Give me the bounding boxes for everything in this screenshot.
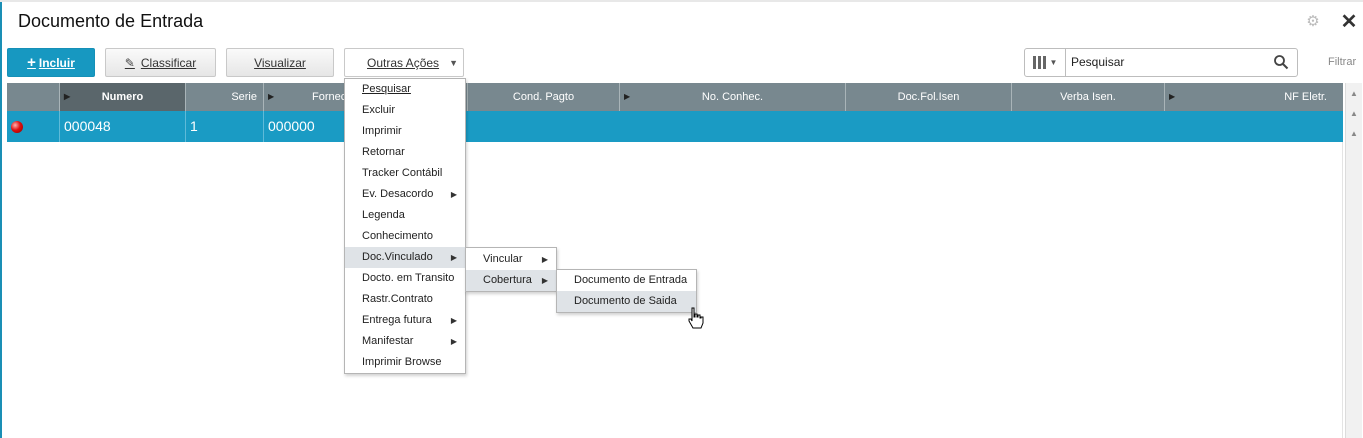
outras-acoes-label: Outras Ações bbox=[367, 55, 440, 70]
scroll-up-icon[interactable]: ▲ bbox=[1348, 127, 1360, 141]
visualizar-button[interactable]: Visualizar bbox=[226, 48, 334, 77]
search-input[interactable] bbox=[1071, 55, 1261, 69]
menu-item-imprimir[interactable]: Imprimir bbox=[345, 121, 465, 142]
chevron-right-icon: ▶ bbox=[268, 92, 275, 101]
close-icon[interactable]: ✕ bbox=[1340, 12, 1358, 32]
classificar-label: Classificar bbox=[140, 55, 197, 70]
gear-icon[interactable]: ⚙ bbox=[1305, 14, 1321, 30]
header-serie[interactable]: Serie bbox=[186, 83, 264, 111]
filtrar-link[interactable]: Filtrar bbox=[1328, 56, 1356, 68]
chevron-right-icon: ▶ bbox=[450, 253, 457, 262]
scroll-page-up-icon[interactable]: ▲ bbox=[1348, 107, 1360, 121]
chevron-right-icon: ▶ bbox=[450, 337, 457, 346]
pencil-icon: ✎ bbox=[124, 55, 135, 70]
submenu-item-vincular[interactable]: Vincular ▶ bbox=[466, 249, 556, 270]
header-legend bbox=[7, 83, 60, 111]
menu-item-rastr-contrato[interactable]: Rastr.Contrato bbox=[345, 289, 465, 310]
chevron-right-icon: ▶ bbox=[541, 255, 548, 264]
cell-serie: 1 bbox=[186, 111, 264, 142]
menu-item-retornar[interactable]: Retornar bbox=[345, 142, 465, 163]
header-doc-fol-isen[interactable]: Doc.Fol.Isen bbox=[846, 83, 1012, 111]
caret-down-icon: ▼ bbox=[449, 58, 458, 68]
scroll-top-icon[interactable]: ▲ bbox=[1348, 87, 1360, 101]
columns-button[interactable]: ▼ bbox=[1025, 49, 1066, 76]
menu-item-conhecimento[interactable]: Conhecimento bbox=[345, 226, 465, 247]
chevron-right-icon: ▶ bbox=[1169, 92, 1176, 101]
legend-cell bbox=[7, 111, 60, 142]
menu-item-pesquisar[interactable]: Pesquisar bbox=[345, 79, 465, 100]
cobertura-submenu: Documento de Entrada Documento de Saida bbox=[556, 269, 697, 313]
caret-down-icon: ▼ bbox=[1049, 58, 1058, 67]
header-cond-pagto[interactable]: Cond. Pagto bbox=[468, 83, 620, 111]
hand-cursor-icon bbox=[688, 307, 704, 329]
table-row[interactable]: 000048 1 000000 bbox=[7, 111, 1343, 142]
incluir-label: Incluir bbox=[38, 55, 75, 70]
submenu-item-cobertura[interactable]: Cobertura ▶ bbox=[466, 270, 556, 291]
menu-item-excluir[interactable]: Excluir bbox=[345, 100, 465, 121]
page-title: Documento de Entrada bbox=[18, 11, 204, 31]
chevron-right-icon: ▶ bbox=[450, 190, 457, 199]
menu-item-doc-vinculado[interactable]: Doc.Vinculado ▶ bbox=[345, 247, 465, 268]
doc-vinculado-submenu: Vincular ▶ Cobertura ▶ bbox=[465, 247, 557, 292]
grid-scrollbar[interactable]: ▲ ▲ ▲ bbox=[1345, 83, 1362, 438]
submenu-item-documento-de-entrada[interactable]: Documento de Entrada bbox=[557, 270, 696, 291]
search-icon[interactable] bbox=[1273, 54, 1289, 70]
cell-numero: 000048 bbox=[60, 111, 186, 142]
columns-icon bbox=[1032, 56, 1046, 69]
chevron-right-icon: ▶ bbox=[450, 316, 457, 325]
chevron-right-icon: ▶ bbox=[541, 276, 548, 285]
menu-item-imprimir-browse[interactable]: Imprimir Browse bbox=[345, 352, 465, 373]
header-no-conhec[interactable]: ▶ No. Conhec. bbox=[620, 83, 846, 111]
classificar-button[interactable]: ✎ Classificar bbox=[105, 48, 216, 77]
header-numero[interactable]: ▶ Numero bbox=[60, 83, 186, 111]
header-nf-eletr[interactable]: ▶ NF Eletr. bbox=[1165, 83, 1343, 111]
chevron-right-icon: ▶ bbox=[64, 92, 71, 101]
incluir-button[interactable]: + Incluir bbox=[7, 48, 95, 77]
menu-item-docto-em-transito[interactable]: Docto. em Transito bbox=[345, 268, 465, 289]
search-box: ▼ bbox=[1024, 48, 1298, 77]
window-top-border bbox=[0, 0, 1363, 2]
menu-item-ev-desacordo[interactable]: Ev. Desacordo ▶ bbox=[345, 184, 465, 205]
visualizar-label: Visualizar bbox=[254, 55, 306, 70]
submenu-item-documento-de-saida[interactable]: Documento de Saida bbox=[557, 291, 696, 312]
window-left-border bbox=[0, 0, 2, 438]
chevron-right-icon: ▶ bbox=[624, 92, 631, 101]
header-verba-isen[interactable]: Verba Isen. bbox=[1012, 83, 1165, 111]
menu-item-tracker-contabil[interactable]: Tracker Contábil bbox=[345, 163, 465, 184]
menu-item-entrega-futura[interactable]: Entrega futura ▶ bbox=[345, 310, 465, 331]
menu-item-manifestar[interactable]: Manifestar ▶ bbox=[345, 331, 465, 352]
outras-acoes-button[interactable]: Outras Ações ▼ bbox=[344, 48, 464, 77]
menu-item-legenda[interactable]: Legenda bbox=[345, 205, 465, 226]
legend-status-icon[interactable] bbox=[11, 121, 23, 133]
plus-icon: + bbox=[27, 54, 36, 71]
outras-acoes-menu: Pesquisar Excluir Imprimir Retornar Trac… bbox=[344, 78, 466, 374]
grid-header: ▶ Numero Serie ▶ Fornec Cond. Pagto ▶ No… bbox=[7, 83, 1343, 111]
